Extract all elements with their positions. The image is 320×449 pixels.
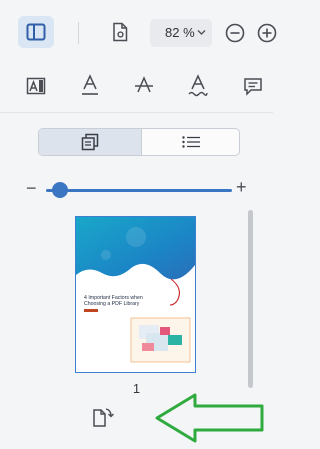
outline-list-icon xyxy=(181,136,200,148)
underline-icon[interactable] xyxy=(80,74,100,98)
thumbnails-view-icon xyxy=(81,133,99,151)
page-settings-icon xyxy=(113,22,128,42)
thumbnail-zoom-out[interactable]: − xyxy=(26,178,37,199)
zoom-value: 82 % xyxy=(165,25,195,40)
view-mode-toggle xyxy=(38,128,240,156)
zoom-in-icon[interactable] xyxy=(257,23,277,43)
rotate-page-icon[interactable] xyxy=(91,405,115,429)
strikethrough-icon[interactable] xyxy=(134,74,154,98)
toolbar-separator xyxy=(78,22,79,44)
zoom-out-icon[interactable] xyxy=(225,23,245,43)
thumbnail-title-line-2: Choosing a PDF Library xyxy=(84,301,140,308)
page-thumbnail[interactable]: 4 Important Factors when Choosing a PDF … xyxy=(75,216,196,373)
comment-icon[interactable] xyxy=(243,76,263,96)
page-settings-button[interactable] xyxy=(108,20,132,44)
green-arrow-annotation xyxy=(155,393,264,443)
chevron-down-icon[interactable] xyxy=(197,29,206,36)
top-toolbar: 82 % xyxy=(0,0,277,63)
panel-scrollbar[interactable] xyxy=(248,210,253,388)
thumbnail-size-slider[interactable] xyxy=(46,189,232,192)
slider-thumb[interactable] xyxy=(52,182,68,198)
annotation-toolbar xyxy=(0,62,273,113)
thumbnail-zoom-in[interactable]: + xyxy=(236,177,247,198)
thumbnails-view-button[interactable] xyxy=(39,129,141,155)
thumbnail-title: 4 Important Factors when Choosing a PDF … xyxy=(84,295,189,308)
sidebar-toggle-icon xyxy=(26,23,46,41)
outline-view-button[interactable] xyxy=(142,129,239,155)
text-box-icon[interactable] xyxy=(26,76,46,96)
sidebar-toggle-button[interactable] xyxy=(18,16,54,48)
squiggly-underline-icon[interactable] xyxy=(188,74,208,98)
